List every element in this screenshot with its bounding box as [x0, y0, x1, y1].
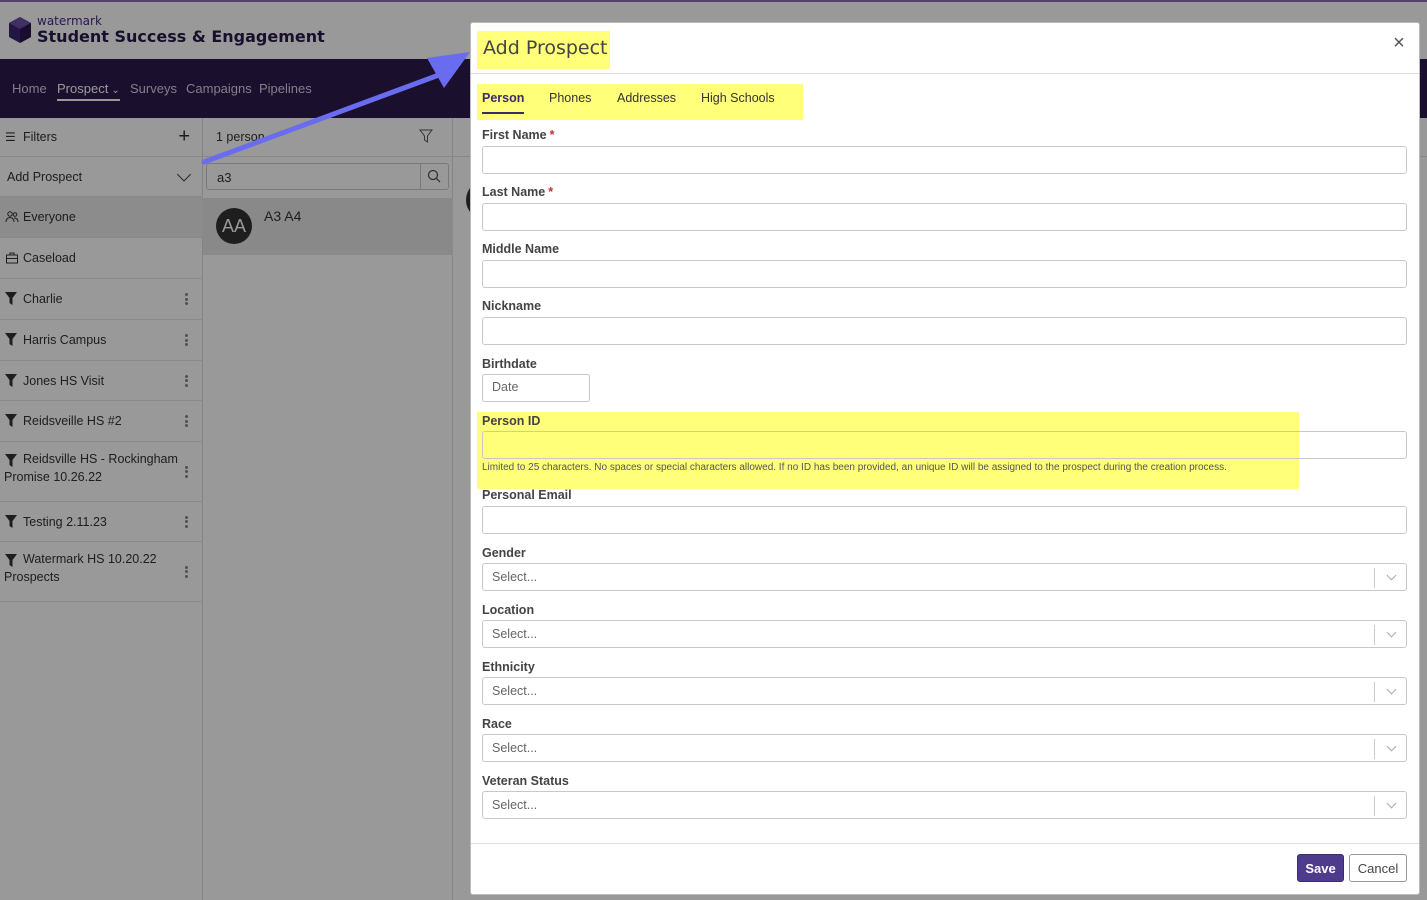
nickname-label: Nickname — [482, 299, 542, 313]
tab-phones[interactable]: Phones — [549, 91, 591, 105]
race-label: Race — [482, 717, 512, 731]
first-name-label-text: First Name — [482, 128, 547, 142]
add-prospect-modal: Add Prospect × Person Phones Addresses H… — [470, 22, 1420, 895]
select-placeholder: Select... — [492, 741, 538, 755]
gender-label: Gender — [482, 546, 526, 560]
select-divider — [1374, 682, 1375, 702]
person-id-field[interactable] — [482, 431, 1407, 459]
close-icon[interactable]: × — [1391, 33, 1407, 53]
chevron-down-icon — [1386, 741, 1397, 752]
select-divider — [1374, 739, 1375, 759]
last-name-label: Last Name * — [482, 185, 553, 199]
chevron-down-icon — [1386, 627, 1397, 638]
last-name-field[interactable] — [482, 203, 1407, 231]
chevron-down-icon — [1386, 798, 1397, 809]
save-button[interactable]: Save — [1297, 854, 1344, 882]
tab-high-schools[interactable]: High Schools — [701, 91, 775, 105]
tab-person[interactable]: Person — [482, 91, 525, 114]
person-id-label: Person ID — [482, 414, 541, 428]
select-placeholder: Select... — [492, 798, 538, 812]
nickname-field[interactable] — [482, 317, 1407, 345]
select-placeholder: Select... — [492, 684, 538, 698]
person-id-help: Limited to 25 characters. No spaces or s… — [482, 462, 1227, 473]
middle-name-field[interactable] — [482, 260, 1407, 288]
veteran-status-select[interactable]: Select... — [482, 791, 1407, 819]
ethnicity-select[interactable]: Select... — [482, 677, 1407, 705]
chevron-down-icon — [1386, 570, 1397, 581]
chevron-down-icon — [1386, 684, 1397, 695]
first-name-field[interactable] — [482, 146, 1407, 174]
select-placeholder: Select... — [492, 570, 538, 584]
required-mark: * — [548, 185, 554, 199]
birthdate-field[interactable]: Date — [482, 374, 590, 402]
select-placeholder: Select... — [492, 627, 538, 641]
ethnicity-label: Ethnicity — [482, 660, 535, 674]
middle-name-label: Middle Name — [482, 242, 560, 256]
personal-email-label: Personal Email — [482, 488, 572, 502]
location-label: Location — [482, 603, 535, 617]
veteran-status-label: Veteran Status — [482, 774, 569, 788]
personal-email-field[interactable] — [482, 506, 1407, 534]
modal-footer-divider — [471, 843, 1419, 844]
select-divider — [1374, 625, 1375, 645]
required-mark: * — [549, 128, 555, 142]
location-select[interactable]: Select... — [482, 620, 1407, 648]
modal-title: Add Prospect — [483, 37, 608, 59]
modal-header: Add Prospect × — [471, 23, 1419, 74]
first-name-label: First Name * — [482, 128, 554, 142]
select-divider — [1374, 796, 1375, 816]
birthdate-label: Birthdate — [482, 357, 537, 371]
tab-addresses[interactable]: Addresses — [617, 91, 676, 105]
last-name-label-text: Last Name — [482, 185, 546, 199]
gender-select[interactable]: Select... — [482, 563, 1407, 591]
race-select[interactable]: Select... — [482, 734, 1407, 762]
select-divider — [1374, 568, 1375, 588]
cancel-button[interactable]: Cancel — [1349, 854, 1407, 882]
